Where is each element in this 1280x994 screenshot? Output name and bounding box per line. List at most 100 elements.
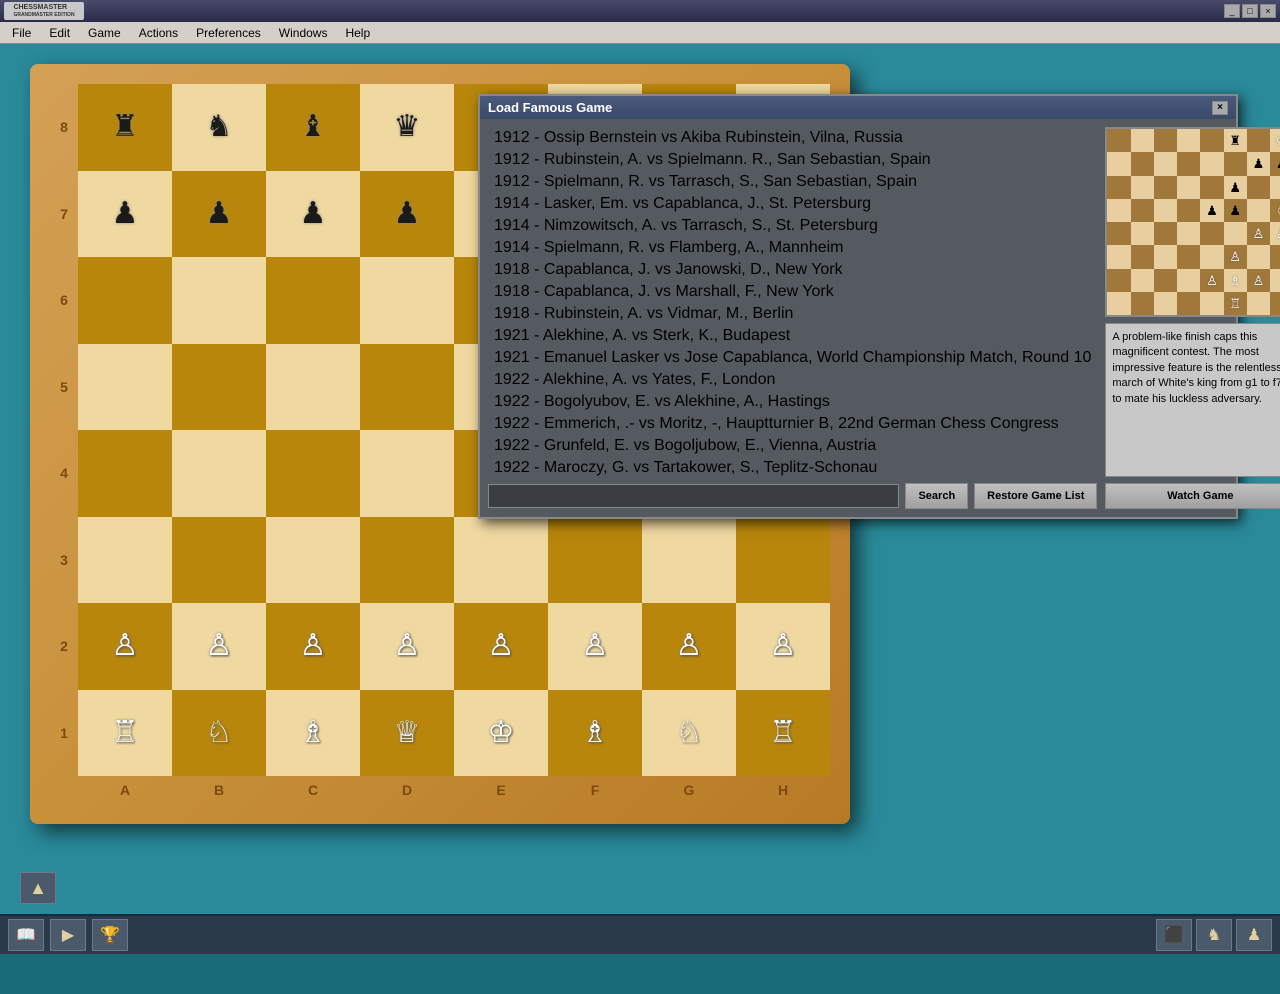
mini-sq — [1107, 222, 1130, 245]
sq-d6 — [360, 257, 454, 344]
mini-sq — [1247, 176, 1270, 199]
scroll-up-button[interactable]: ▲ — [20, 872, 56, 904]
mini-sq: ♟ — [1224, 176, 1247, 199]
mini-sq: ♜ — [1224, 129, 1247, 152]
sq-g2: ♙ — [642, 603, 736, 690]
bottom-right-controls: ⬛ ♞ ♟ — [1156, 919, 1272, 951]
sq-a6 — [78, 257, 172, 344]
sq-h2: ♙ — [736, 603, 830, 690]
sq-a5 — [78, 344, 172, 431]
watch-game-button[interactable]: Watch Game — [1105, 483, 1280, 509]
mini-sq — [1247, 129, 1270, 152]
restore-game-list-button[interactable]: Restore Game List — [974, 483, 1097, 509]
trophy-button[interactable]: 🏆 — [92, 919, 128, 951]
sq-c7: ♟ — [266, 171, 360, 258]
game-list-item[interactable]: 1922 - Alekhine, A. vs Yates, F., London — [488, 369, 1097, 391]
game-list-item[interactable]: 1922 - Maroczy, G. vs Tartakower, S., Te… — [488, 457, 1097, 477]
sq-f3 — [548, 517, 642, 604]
sq-h1: ♖ — [736, 690, 830, 777]
mini-sq — [1154, 269, 1177, 292]
game-list-item[interactable]: 1921 - Alekhine, A. vs Sterk, K., Budape… — [488, 325, 1097, 347]
pawn-button[interactable]: ♟ — [1236, 919, 1272, 951]
mini-sq — [1200, 152, 1223, 175]
sq-a7: ♟ — [78, 171, 172, 258]
menu-file[interactable]: File — [4, 24, 39, 42]
sq-d7: ♟ — [360, 171, 454, 258]
sq-c1: ♗ — [266, 690, 360, 777]
maximize-button[interactable]: □ — [1242, 4, 1258, 18]
menu-edit[interactable]: Edit — [41, 24, 78, 42]
game-list-item[interactable]: 1912 - Ossip Bernstein vs Akiba Rubinste… — [488, 127, 1097, 149]
menu-actions[interactable]: Actions — [131, 24, 186, 42]
board-view-button[interactable]: ⬛ — [1156, 919, 1192, 951]
game-list-item[interactable]: 1918 - Capablanca, J. vs Marshall, F., N… — [488, 281, 1097, 303]
mini-sq — [1200, 222, 1223, 245]
mini-sq — [1200, 129, 1223, 152]
book-button[interactable]: 📖 — [8, 919, 44, 951]
bottom-left-controls: 📖 ▶ 🏆 — [8, 919, 128, 951]
sq-e2: ♙ — [454, 603, 548, 690]
mini-sq: ♗ — [1224, 269, 1247, 292]
mini-sq — [1131, 176, 1154, 199]
mini-sq — [1154, 129, 1177, 152]
game-list-item[interactable]: 1914 - Lasker, Em. vs Capablanca, J., St… — [488, 193, 1097, 215]
mini-sq: ♙ — [1247, 269, 1270, 292]
knight-button[interactable]: ♞ — [1196, 919, 1232, 951]
sq-f2: ♙ — [548, 603, 642, 690]
menu-help[interactable]: Help — [337, 24, 378, 42]
mini-sq: ♟ — [1247, 152, 1270, 175]
menu-windows[interactable]: Windows — [271, 24, 336, 42]
game-list[interactable]: 1912 - Ossip Bernstein vs Akiba Rubinste… — [488, 127, 1097, 477]
game-list-item[interactable]: 1912 - Rubinstein, A. vs Spielmann. R., … — [488, 149, 1097, 171]
game-list-item[interactable]: 1922 - Emmerich, .- vs Moritz, -, Hauptt… — [488, 413, 1097, 435]
dialog-title: Load Famous Game — [488, 100, 612, 115]
window-controls[interactable]: _ □ × — [1224, 4, 1276, 18]
game-list-item[interactable]: 1914 - Nimzowitsch, A. vs Tarrasch, S., … — [488, 215, 1097, 237]
mini-sq — [1270, 269, 1280, 292]
game-list-item[interactable]: 1922 - Bogolyubov, E. vs Alekhine, A., H… — [488, 391, 1097, 413]
game-list-item[interactable]: 1922 - Grunfeld, E. vs Bogoljubow, E., V… — [488, 435, 1097, 457]
mini-sq — [1154, 222, 1177, 245]
app-logo: CHESSMASTERGRANDMASTER EDITION — [4, 2, 84, 20]
rank-label-5: 5 — [50, 344, 78, 431]
play-button[interactable]: ▶ — [50, 919, 86, 951]
mini-sq — [1131, 222, 1154, 245]
game-list-item[interactable]: 1918 - Capablanca, J. vs Janowski, D., N… — [488, 259, 1097, 281]
minimize-button[interactable]: _ — [1224, 4, 1240, 18]
mini-sq — [1270, 245, 1280, 268]
sq-d2: ♙ — [360, 603, 454, 690]
mini-sq — [1131, 269, 1154, 292]
close-button[interactable]: × — [1260, 4, 1276, 18]
mini-sq — [1154, 199, 1177, 222]
dialog-title-bar: Load Famous Game × — [480, 96, 1236, 119]
mini-sq: ♙ — [1247, 222, 1270, 245]
game-list-item[interactable]: 1921 - Emanuel Lasker vs Jose Capablanca… — [488, 347, 1097, 369]
menu-bar: File Edit Game Actions Preferences Windo… — [0, 22, 1280, 44]
mini-sq — [1107, 245, 1130, 268]
search-button[interactable]: Search — [905, 483, 968, 509]
rank-label-3: 3 — [50, 517, 78, 604]
game-list-item[interactable]: 1918 - Rubinstein, A. vs Vidmar, M., Ber… — [488, 303, 1097, 325]
sq-a4 — [78, 430, 172, 517]
dialog-close-button[interactable]: × — [1212, 101, 1228, 115]
sq-b5 — [172, 344, 266, 431]
menu-preferences[interactable]: Preferences — [188, 24, 269, 42]
game-list-item[interactable]: 1914 - Spielmann, R. vs Flamberg, A., Ma… — [488, 237, 1097, 259]
mini-sq: ♟ — [1270, 152, 1280, 175]
file-label-f: F — [548, 776, 642, 804]
main-area: ▲ 8 ♜ ♞ ♝ ♛ ♚ ♝ ♞ ♜ 7 — [0, 44, 1280, 954]
sq-d5 — [360, 344, 454, 431]
mini-sq — [1154, 152, 1177, 175]
file-label-c: C — [266, 776, 360, 804]
title-bar-left: CHESSMASTERGRANDMASTER EDITION — [4, 2, 84, 20]
dialog-left-panel: 1912 - Ossip Bernstein vs Akiba Rubinste… — [488, 127, 1097, 509]
mini-sq — [1177, 269, 1200, 292]
sq-b7: ♟ — [172, 171, 266, 258]
mini-sq — [1107, 199, 1130, 222]
mini-sq — [1107, 269, 1130, 292]
mini-sq — [1131, 199, 1154, 222]
game-list-item[interactable]: 1912 - Spielmann, R. vs Tarrasch, S., Sa… — [488, 171, 1097, 193]
rank-label-4: 4 — [50, 430, 78, 517]
search-input[interactable] — [488, 484, 899, 508]
menu-game[interactable]: Game — [80, 24, 129, 42]
